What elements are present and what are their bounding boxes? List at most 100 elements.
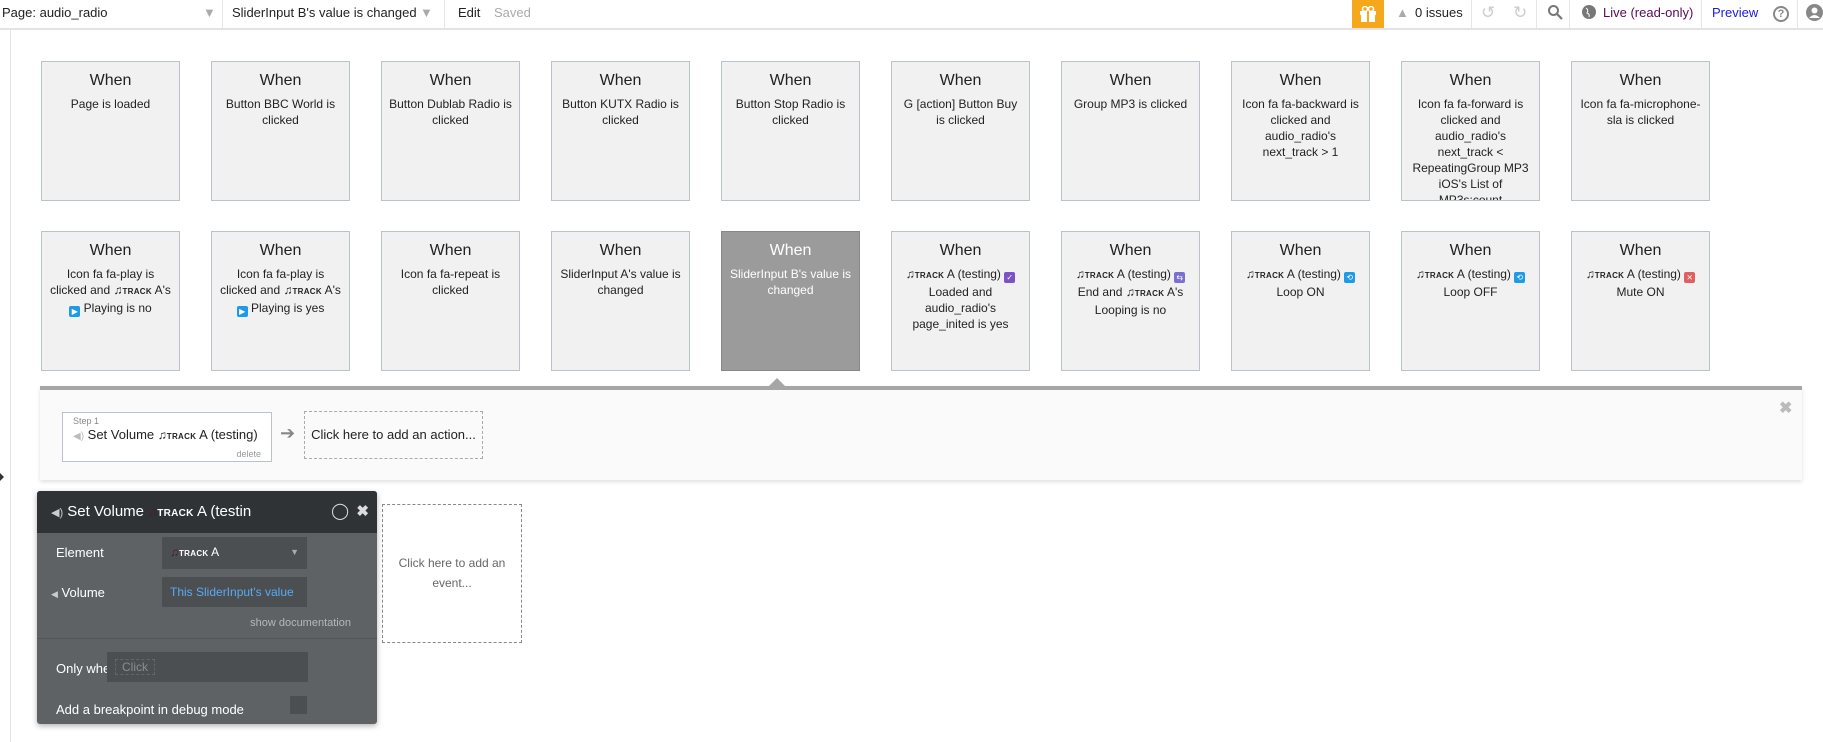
event-card[interactable]: When ♫TRACK A (testing) ⇆ End and ♫TRACK … xyxy=(1061,231,1200,371)
when-label: When xyxy=(1449,72,1492,89)
when-label: When xyxy=(1109,72,1152,89)
music-note-icon: ♫ xyxy=(1125,285,1135,299)
event-condition: ♫TRACK A (testing) ⟲ Loop ON xyxy=(1238,266,1363,300)
event-card[interactable]: When Icon fa fa-backward is clicked and a… xyxy=(1231,61,1370,201)
condition-text: A (testing) xyxy=(1454,267,1515,281)
event-card[interactable]: When Icon fa fa-play is clicked and ♫TRAC… xyxy=(41,231,180,371)
event-card[interactable]: When Icon fa fa-repeat is clicked xyxy=(381,231,520,371)
close-icon[interactable]: ✖ xyxy=(1779,398,1792,418)
event-condition: ♫TRACK A (testing) ⟲ Loop OFF xyxy=(1408,266,1533,300)
chevron-down-icon[interactable]: ▼ xyxy=(203,0,216,28)
condition-text: Group MP3 is clicked xyxy=(1073,97,1188,111)
chevron-down-icon[interactable]: ▼ xyxy=(420,0,433,28)
event-card[interactable]: When SliderInput B's value is changed xyxy=(721,231,860,371)
event-card[interactable]: When Page is loaded xyxy=(41,61,180,201)
breakpoint-checkbox[interactable] xyxy=(290,696,307,714)
add-event-button[interactable]: Click here to add an event... xyxy=(382,504,522,643)
element-label: Element xyxy=(56,545,104,560)
event-condition: ♫TRACK A (testing) ⇆ End and ♫TRACK A's … xyxy=(1068,266,1193,318)
event-condition: Icon fa fa-backward is clicked and audio… xyxy=(1238,96,1363,160)
event-condition: ♫TRACK A (testing) ⨯ Mute ON xyxy=(1578,266,1703,300)
event-card[interactable]: When Button Stop Radio is clicked xyxy=(721,61,860,201)
speaker-icon: ◀ xyxy=(51,589,58,599)
comment-icon[interactable]: ◯ xyxy=(331,491,349,533)
event-card[interactable]: When Icon fa fa-forward is clicked and au… xyxy=(1401,61,1540,201)
edit-menu[interactable]: Edit xyxy=(458,0,480,28)
condition-text: Loop ON xyxy=(1276,285,1325,299)
avatar[interactable] xyxy=(1806,0,1823,28)
event-condition: ♫TRACK A (testing) ✓ Loaded and audio_ra… xyxy=(898,266,1023,332)
event-condition: SliderInput B's value is changed xyxy=(728,266,853,298)
action-step-1[interactable]: Step 1 ◀) Set Volume ♫TRACK A (testing) … xyxy=(62,412,272,462)
gift-button[interactable] xyxy=(1352,0,1384,28)
condition-text: Page is loaded xyxy=(70,97,151,111)
element-value: A xyxy=(208,545,220,559)
delete-step-link[interactable]: delete xyxy=(236,449,261,459)
volume-field[interactable]: This SliderInput's value xyxy=(162,577,307,607)
undo-icon[interactable]: ↺ xyxy=(1481,0,1495,28)
event-card[interactable]: When ♫TRACK A (testing) ⟲ Loop ON xyxy=(1231,231,1370,371)
when-label: When xyxy=(769,242,812,259)
event-card[interactable]: When Group MP3 is clicked xyxy=(1061,61,1200,201)
element-type: TRACK xyxy=(1594,271,1625,280)
music-note-icon: ♫ xyxy=(1415,267,1425,281)
breakpoint-label: Add a breakpoint in debug mode xyxy=(56,702,244,717)
show-documentation-link[interactable]: show documentation xyxy=(250,617,351,629)
event-condition: Page is loaded xyxy=(48,96,173,112)
only-when-placeholder: Click xyxy=(115,659,155,675)
condition-text: Loop OFF xyxy=(1443,285,1498,299)
event-card[interactable]: When ♫TRACK A (testing) ⨯ Mute ON xyxy=(1571,231,1710,371)
event-card[interactable]: When Button BBC World is clicked xyxy=(211,61,350,201)
warning-icon: ▲ xyxy=(1396,5,1409,20)
element-type: TRACK xyxy=(122,287,152,296)
event-card[interactable]: When Icon fa fa-play is clicked and ♫TRAC… xyxy=(211,231,350,371)
issues-button[interactable]: 0 issues xyxy=(1415,0,1463,28)
event-card[interactable]: When Icon fa fa-microphone-sla is clicked xyxy=(1571,61,1710,201)
event-selector[interactable]: SliderInput B's value is changed xyxy=(232,0,417,28)
event-card[interactable]: When ♫TRACK A (testing) ⟲ Loop OFF xyxy=(1401,231,1540,371)
event-condition: G [action] Button Buy is clicked xyxy=(898,96,1023,128)
event-card[interactable]: When ♫TRACK A (testing) ✓ Loaded and audi… xyxy=(891,231,1030,371)
loop-icon: ⟲ xyxy=(1344,272,1356,283)
condition-text: Button KUTX Radio is clicked xyxy=(562,97,679,127)
condition-text: Mute ON xyxy=(1616,285,1665,299)
redo-icon[interactable]: ↻ xyxy=(1513,0,1527,28)
close-icon[interactable]: ✖ xyxy=(356,491,369,533)
check-icon: ✓ xyxy=(1004,272,1016,283)
help-icon[interactable]: ? xyxy=(1773,0,1789,28)
condition-text: SliderInput A's value is changed xyxy=(560,267,681,297)
event-card[interactable]: When G [action] Button Buy is clicked xyxy=(891,61,1030,201)
event-condition: Button Dublab Radio is clicked xyxy=(388,96,513,128)
when-label: When xyxy=(259,242,302,259)
when-label: When xyxy=(1619,242,1662,259)
property-editor: ◀) Set Volume ♫TRACK A (testin ◯ ✖ Eleme… xyxy=(37,491,377,724)
element-type: TRACK xyxy=(914,271,945,280)
only-when-field[interactable]: Click xyxy=(107,652,308,682)
event-condition: Icon fa fa-repeat is clicked xyxy=(388,266,513,298)
element-type: TRACK xyxy=(1134,289,1165,298)
element-dropdown[interactable]: ♫TRACK A ▼ xyxy=(162,537,307,569)
condition-text: A's xyxy=(151,283,171,297)
preview-link[interactable]: Preview xyxy=(1712,0,1758,28)
search-icon[interactable] xyxy=(1547,0,1563,28)
editor-title: Set Volume xyxy=(67,503,145,520)
music-note-icon: ♫ xyxy=(1075,267,1085,281)
speaker-icon: ◀) xyxy=(51,507,64,519)
live-mode-selector[interactable]: Live (read-only) xyxy=(1603,0,1693,28)
step-label: Step 1 xyxy=(73,416,100,426)
add-action-button[interactable]: Click here to add an action... xyxy=(304,411,483,459)
page-selector[interactable]: Page: audio_radio xyxy=(2,0,108,28)
event-card[interactable]: When Button KUTX Radio is clicked xyxy=(551,61,690,201)
music-note-icon: ♫ xyxy=(170,545,179,559)
music-note-icon: ♫ xyxy=(905,267,915,281)
element-type: TRACK xyxy=(1424,271,1455,280)
editor-header[interactable]: ◀) Set Volume ♫TRACK A (testin ◯ ✖ xyxy=(37,491,377,533)
event-card[interactable]: When SliderInput A's value is changed xyxy=(551,231,690,371)
arrow-right-icon: ➔ xyxy=(280,423,296,443)
top-bar: Page: audio_radio ▼ SliderInput B's valu… xyxy=(0,0,1823,30)
condition-text: A's xyxy=(321,283,341,297)
element-type: TRACK xyxy=(179,549,209,558)
when-label: When xyxy=(939,72,982,89)
event-card[interactable]: When Button Dublab Radio is clicked xyxy=(381,61,520,201)
condition-text: Icon fa fa-backward is clicked and audio… xyxy=(1242,97,1359,159)
